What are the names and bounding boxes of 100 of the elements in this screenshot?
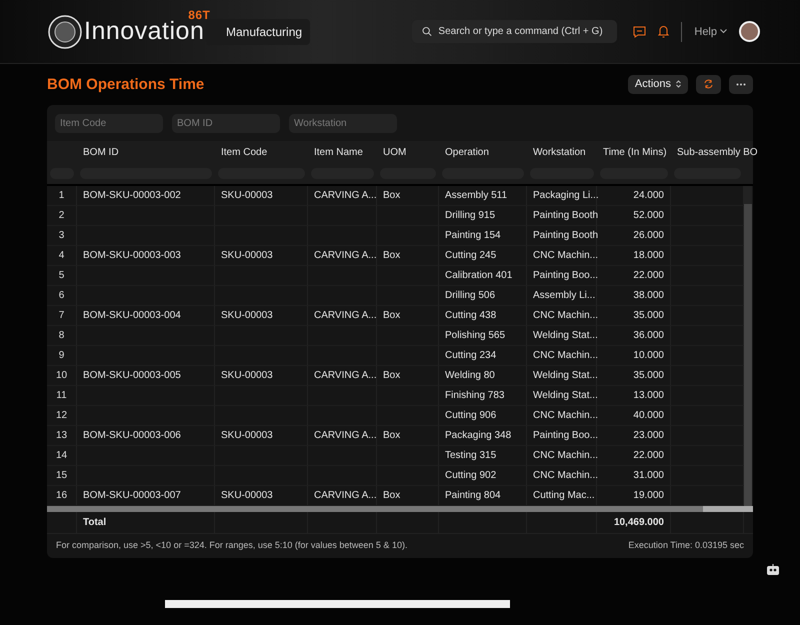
row-number: 15 bbox=[56, 470, 68, 481]
table-cell: 36.000 bbox=[633, 330, 664, 341]
chat-icon[interactable] bbox=[633, 26, 646, 38]
table-cell: 40.000 bbox=[633, 410, 664, 421]
table-cell: 24.000 bbox=[633, 190, 664, 201]
table-cell: SKU-00003 bbox=[221, 310, 273, 321]
table-cell: 10.000 bbox=[633, 350, 664, 361]
column-header[interactable]: Item Code bbox=[221, 146, 268, 158]
table-cell: Box bbox=[383, 370, 400, 381]
table-cell: SKU-00003 bbox=[221, 430, 273, 441]
filter-hint: For comparison, use >5, <10 or =324. For ranges, use 5:10 (for values between 5 & 10). bbox=[56, 540, 408, 550]
table-cell: Welding Stat... bbox=[533, 330, 598, 341]
table-cell: Welding 80 bbox=[445, 370, 495, 381]
filter-field[interactable]: Item Code bbox=[55, 114, 163, 133]
row-number: 2 bbox=[58, 210, 64, 221]
table-cell: 19.000 bbox=[633, 490, 664, 501]
row-number: 14 bbox=[56, 450, 68, 461]
user-avatar[interactable] bbox=[739, 21, 760, 42]
table-cell: SKU-00003 bbox=[221, 490, 273, 501]
row-number: 7 bbox=[58, 310, 64, 321]
search-icon bbox=[422, 26, 432, 37]
table-cell: Cutting Mac... bbox=[533, 490, 595, 501]
column-header[interactable]: Item Name bbox=[314, 146, 363, 158]
vertical-scrollbar[interactable] bbox=[744, 186, 752, 506]
column-header[interactable]: Workstation bbox=[533, 146, 586, 158]
row-number: 4 bbox=[58, 250, 64, 261]
table-cell: Painting 804 bbox=[445, 490, 501, 501]
row-number: 6 bbox=[58, 290, 64, 301]
table-cell: 26.000 bbox=[633, 230, 664, 241]
table-cell: BOM-SKU-00003-003 bbox=[83, 250, 181, 261]
robot-icon[interactable] bbox=[766, 563, 780, 577]
table-cell: CNC Machin... bbox=[533, 470, 598, 481]
logo-emblem-icon bbox=[48, 14, 82, 48]
row-number: 8 bbox=[58, 330, 64, 341]
table-cell: CNC Machin... bbox=[533, 250, 598, 261]
table-cell: Box bbox=[383, 250, 400, 261]
row-number: 10 bbox=[56, 370, 68, 381]
row-number: 12 bbox=[56, 410, 68, 421]
table-cell: CARVING A... bbox=[314, 310, 377, 321]
table-cell: Cutting 234 bbox=[445, 350, 496, 361]
row-number: 16 bbox=[56, 490, 68, 501]
horizontal-scrollbar[interactable] bbox=[47, 506, 753, 512]
column-header[interactable]: BOM ID bbox=[83, 146, 119, 158]
help-menu[interactable]: Help bbox=[694, 26, 727, 38]
row-number: 3 bbox=[58, 230, 64, 241]
table-cell: 31.000 bbox=[633, 470, 664, 481]
table-cell: Calibration 401 bbox=[445, 270, 512, 281]
table-cell: 23.000 bbox=[633, 430, 664, 441]
table-cell: Drilling 915 bbox=[445, 210, 496, 221]
table-cell: Painting Booth bbox=[533, 210, 598, 221]
column-header[interactable]: UOM bbox=[383, 146, 406, 158]
table-cell: Cutting 902 bbox=[445, 470, 496, 481]
table-cell: CARVING A... bbox=[314, 370, 377, 381]
table-cell: 13.000 bbox=[633, 390, 664, 401]
table-cell: Packaging Li... bbox=[533, 190, 599, 201]
execution-time: Execution Time: 0.03195 sec bbox=[628, 540, 744, 550]
filter-field[interactable]: BOM ID bbox=[172, 114, 280, 133]
table-cell: Assembly 511 bbox=[445, 190, 508, 201]
table-cell: CNC Machin... bbox=[533, 410, 598, 421]
table-cell: BOM-SKU-00003-002 bbox=[83, 190, 181, 201]
column-header[interactable]: Time (In Mins) bbox=[603, 146, 667, 158]
table-cell: SKU-00003 bbox=[221, 190, 273, 201]
table-cell: Cutting 906 bbox=[445, 410, 496, 421]
table-cell: SKU-00003 bbox=[221, 250, 273, 261]
table-cell: Testing 315 bbox=[445, 450, 496, 461]
table-cell: Drilling 506 bbox=[445, 290, 496, 301]
table-cell: BOM-SKU-00003-004 bbox=[83, 310, 181, 321]
page-title: BOM Operations Time bbox=[47, 76, 204, 92]
more-button[interactable] bbox=[729, 74, 753, 94]
table-cell: 52.000 bbox=[633, 210, 664, 221]
table-cell: Painting Boo... bbox=[533, 270, 598, 281]
table-cell: Painting Booth bbox=[533, 230, 598, 241]
table-cell: Box bbox=[383, 430, 400, 441]
table-cell: CNC Machin... bbox=[533, 350, 598, 361]
more-icon bbox=[736, 82, 746, 86]
table-cell: 35.000 bbox=[633, 370, 664, 381]
row-number: 13 bbox=[56, 430, 68, 441]
table-cell: Painting Boo... bbox=[533, 430, 598, 441]
column-header[interactable]: Operation bbox=[445, 146, 489, 158]
table-cell: 18.000 bbox=[633, 250, 664, 261]
filter-field[interactable]: Workstation bbox=[289, 114, 397, 133]
column-header[interactable]: Sub-assembly BO bbox=[677, 146, 758, 158]
table-cell: Assembly Li... bbox=[533, 290, 596, 301]
notification-bell-icon[interactable] bbox=[658, 25, 670, 38]
table-cell: Box bbox=[383, 310, 400, 321]
row-number: 9 bbox=[58, 350, 64, 361]
table-cell: Welding Stat... bbox=[533, 390, 598, 401]
table-cell: BOM-SKU-00003-005 bbox=[83, 370, 181, 381]
table-cell: Welding Stat... bbox=[533, 370, 598, 381]
refresh-icon bbox=[703, 79, 714, 89]
table-cell: CARVING A... bbox=[314, 250, 377, 261]
table-cell: CNC Machin... bbox=[533, 450, 598, 461]
actions-button[interactable]: Actions bbox=[628, 74, 688, 94]
table-cell: BOM-SKU-00003-006 bbox=[83, 430, 181, 441]
table-cell: Painting 154 bbox=[445, 230, 501, 241]
table-cell: Box bbox=[383, 190, 400, 201]
search-field[interactable]: Search or type a command (Ctrl + G) bbox=[412, 20, 618, 43]
table-cell: Cutting 438 bbox=[445, 310, 496, 321]
table-cell: CNC Machin... bbox=[533, 310, 598, 321]
refresh-button[interactable] bbox=[696, 74, 721, 94]
